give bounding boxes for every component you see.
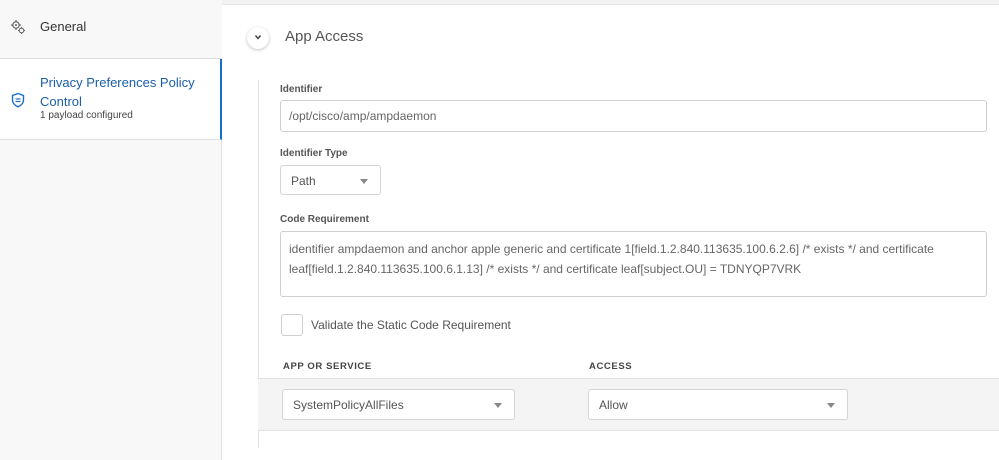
- identifier-label: Identifier: [280, 84, 323, 95]
- page: General Privacy Preferences Policy Contr…: [0, 0, 999, 460]
- section-title: App Access: [285, 28, 364, 45]
- validate-static-code-label: Validate the Static Code Requirement: [311, 318, 511, 332]
- shield-icon: [10, 92, 26, 108]
- identifier-type-value: Path: [291, 174, 316, 188]
- sidebar: General Privacy Preferences Policy Contr…: [0, 0, 222, 460]
- main-content: App Access Identifier /opt/cisco/amp/amp…: [222, 0, 999, 460]
- code-requirement-label: Code Requirement: [280, 214, 369, 225]
- top-divider: [222, 0, 999, 5]
- sidebar-item-label: General: [40, 19, 87, 34]
- column-header-access: ACCESS: [589, 361, 633, 372]
- chevron-down-icon: [253, 29, 263, 47]
- code-requirement-textarea[interactable]: identifier ampdaemon and anchor apple ge…: [280, 231, 987, 297]
- caret-down-icon: [494, 403, 502, 408]
- app-or-service-value: SystemPolicyAllFiles: [293, 398, 404, 412]
- column-header-app-or-service: APP OR SERVICE: [283, 361, 372, 372]
- identifier-input[interactable]: /opt/cisco/amp/ampdaemon: [280, 100, 987, 132]
- identifier-type-select[interactable]: Path: [280, 165, 381, 195]
- sidebar-item-label: Privacy Preferences Policy Control: [40, 75, 195, 109]
- access-select[interactable]: Allow: [588, 389, 848, 420]
- caret-down-icon: [827, 403, 835, 408]
- identifier-type-label: Identifier Type: [280, 148, 348, 159]
- sidebar-item-privacy-preferences[interactable]: Privacy Preferences Policy Control 1 pay…: [0, 59, 222, 140]
- gears-icon: [10, 19, 26, 35]
- sidebar-item-general[interactable]: General: [0, 0, 222, 59]
- payload-count: 1 payload configured: [40, 110, 133, 121]
- app-or-service-select[interactable]: SystemPolicyAllFiles: [282, 389, 515, 420]
- collapse-section-button[interactable]: [247, 27, 269, 49]
- access-value: Allow: [599, 398, 628, 412]
- validate-static-code-checkbox[interactable]: [281, 314, 303, 336]
- caret-down-icon: [360, 179, 368, 184]
